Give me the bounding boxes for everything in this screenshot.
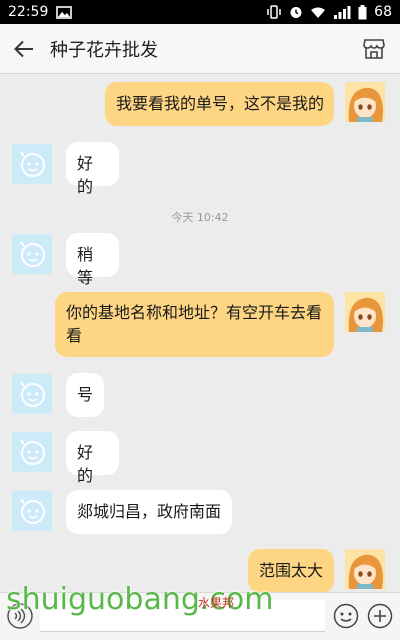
wifi-icon [311,7,326,18]
alarm-icon [290,7,302,18]
battery-level: 68 [374,4,392,20]
status-time: 22:59 [8,4,49,20]
signal-icon [334,5,351,19]
plus-icon[interactable] [367,603,393,629]
message-bubble-outgoing[interactable]: 我要看我的单号，这不是我的 [105,82,334,126]
back-button[interactable] [0,24,48,74]
message-bubble-incoming[interactable]: 稍等 [66,233,119,287]
emoji-icon[interactable] [333,603,359,629]
store-button[interactable] [362,37,386,61]
battery-icon [358,4,367,19]
message-bubble-incoming[interactable]: 郯城归昌，政府南面 [66,490,232,534]
image-icon [56,5,73,19]
contact-avatar[interactable] [12,491,52,531]
chat-header: 种子花卉批发 [0,24,400,74]
user-avatar[interactable] [345,82,385,122]
watermark-cn-text: 水果邦 [198,596,235,610]
user-avatar[interactable] [345,292,385,332]
store-icon [363,39,385,59]
message-bubble-incoming[interactable]: 号 [66,373,104,417]
contact-avatar[interactable] [12,144,52,184]
contact-avatar[interactable] [12,234,52,274]
arrow-left-icon [14,40,33,57]
message-bubble-outgoing[interactable]: 你的基地名称和地址？有空开车去看看 [55,292,334,357]
contact-avatar[interactable] [12,374,52,414]
status-bar: 22:59 68 [0,0,400,24]
contact-avatar[interactable] [12,432,52,472]
message-timestamp: 今天 10:42 [171,211,229,224]
message-bubble-incoming[interactable]: 好的 [66,431,119,485]
vibrate-icon [267,5,281,19]
chat-title: 种子花卉批发 [50,39,158,61]
user-avatar[interactable] [345,549,385,589]
message-bubble-incoming[interactable]: 好的 [66,142,119,196]
